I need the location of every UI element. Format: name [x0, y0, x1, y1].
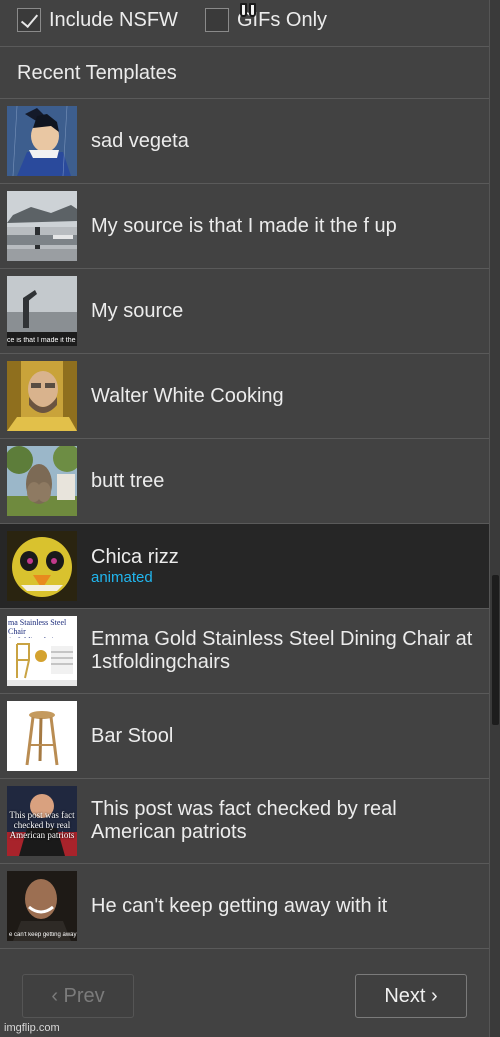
fact-check-thumbnail: This post was fact checked by real Ameri… — [7, 786, 77, 856]
vegeta-thumbnail — [7, 106, 77, 176]
template-row[interactable]: sad vegeta — [0, 99, 489, 184]
template-row[interactable]: butt tree — [0, 439, 489, 524]
template-text: My source is that I made it the f up — [91, 184, 479, 268]
thumbnail-caption: This post was fact checked by real Ameri… — [9, 810, 75, 840]
template-name: My source is that I made it the f up — [91, 214, 397, 237]
monument-source-thumbnail — [7, 191, 77, 261]
thumbnail-caption: ce is that I made it the — [7, 337, 76, 344]
template-text: Bar Stool — [91, 694, 479, 778]
template-row[interactable]: This post was fact checked by real Ameri… — [0, 779, 489, 864]
template-row[interactable]: My source is that I made it the f up — [0, 184, 489, 269]
chica-thumbnail — [7, 531, 77, 601]
thumbnail-caption: e can't keep getting away with it — [9, 932, 77, 938]
template-text: My source — [91, 269, 479, 353]
section-title: Recent Templates — [0, 48, 489, 99]
template-text: butt tree — [91, 439, 479, 523]
getting-away-thumbnail: e can't keep getting away with it — [7, 871, 77, 941]
template-name: Bar Stool — [91, 724, 174, 747]
template-row-selected[interactable]: Chica rizz animated — [0, 524, 489, 609]
gifs-only-checkbox[interactable] — [205, 8, 229, 32]
template-name: This post was fact checked by real Ameri… — [91, 798, 397, 843]
template-text: This post was fact checked by real Ameri… — [91, 779, 479, 863]
template-text: Chica rizz animated — [91, 524, 479, 608]
template-text: Walter White Cooking — [91, 354, 479, 438]
template-name: sad vegeta — [91, 129, 189, 152]
template-name: Chica rizz — [91, 545, 179, 568]
template-text: Emma Gold Stainless Steel Dining Chair a… — [91, 609, 479, 693]
bar-stool-thumbnail — [7, 701, 77, 771]
template-text: He can't keep getting away with it — [91, 864, 479, 948]
scrollbar[interactable] — [489, 0, 500, 1037]
template-row[interactable]: Bar Stool — [0, 694, 489, 779]
template-row[interactable]: e can't keep getting away with it He can… — [0, 864, 489, 949]
template-name: Walter White Cooking — [91, 384, 284, 407]
template-name: Emma Gold Stainless Steel Dining Chair a… — [91, 628, 473, 673]
scrollbar-thumb[interactable] — [492, 575, 499, 725]
quote-icon — [240, 3, 262, 17]
pagination: ‹ Prev Next › — [0, 951, 489, 1037]
template-name: My source — [91, 299, 184, 322]
prev-button[interactable]: ‹ Prev — [22, 974, 134, 1018]
animated-label: animated — [91, 568, 153, 586]
tree-thumbnail — [7, 446, 77, 516]
chair-ad-thumbnail: ma Stainless Steel Chair 1stfoldingchair… — [7, 616, 77, 686]
walter-white-thumbnail — [7, 361, 77, 431]
template-row[interactable]: ce is that I made it the My source — [0, 269, 489, 354]
watermark: imgflip.com — [4, 1022, 60, 1034]
nsfw-label[interactable]: Include NSFW — [49, 8, 178, 32]
template-name: butt tree — [91, 469, 165, 492]
monument-thumbnail: ce is that I made it the — [7, 276, 77, 346]
template-panel: Include NSFW GIFs Only Recent Templates … — [0, 0, 489, 1037]
next-button[interactable]: Next › — [355, 974, 467, 1018]
template-row[interactable]: ma Stainless Steel Chair 1stfoldingchair… — [0, 609, 489, 694]
filter-bar: Include NSFW GIFs Only — [0, 0, 489, 47]
template-text: sad vegeta — [91, 99, 479, 183]
template-name: He can't keep getting away with it — [91, 894, 388, 917]
nsfw-checkbox[interactable] — [17, 8, 41, 32]
template-row[interactable]: Walter White Cooking — [0, 354, 489, 439]
